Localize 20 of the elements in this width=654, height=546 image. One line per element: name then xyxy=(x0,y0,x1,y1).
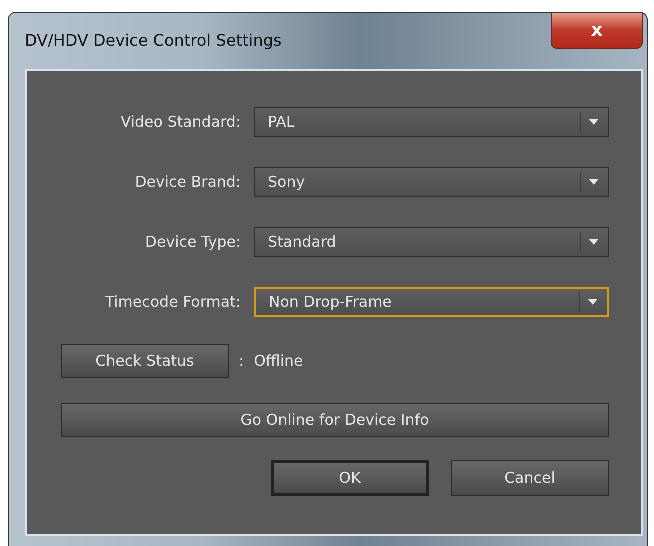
status-text: Offline xyxy=(254,352,304,370)
dropdown[interactable]: Standard xyxy=(254,227,609,257)
dropdown[interactable]: Non Drop-Frame xyxy=(254,287,609,317)
go-online-button[interactable]: Go Online for Device Info xyxy=(61,403,609,437)
caret-icon xyxy=(589,179,599,185)
field-label: Device Type: xyxy=(144,233,242,251)
dropdown[interactable]: PAL xyxy=(254,107,609,137)
close-button[interactable]: x xyxy=(551,13,643,49)
separator-colon: : xyxy=(239,352,244,370)
field-label: Video Standard: xyxy=(120,113,242,131)
dropdown[interactable]: Sony xyxy=(254,167,609,197)
caret-icon xyxy=(589,119,599,125)
caret-icon xyxy=(589,239,599,245)
field-label: Device Brand: xyxy=(134,173,242,191)
cancel-button[interactable]: Cancel xyxy=(451,460,609,496)
window-title: DV/HDV Device Control Settings xyxy=(25,31,282,50)
ok-button[interactable]: OK xyxy=(271,460,429,496)
field-label: Timecode Format: xyxy=(104,293,242,311)
check-status-button[interactable]: Check Status xyxy=(61,344,229,378)
caret-icon xyxy=(588,299,598,305)
